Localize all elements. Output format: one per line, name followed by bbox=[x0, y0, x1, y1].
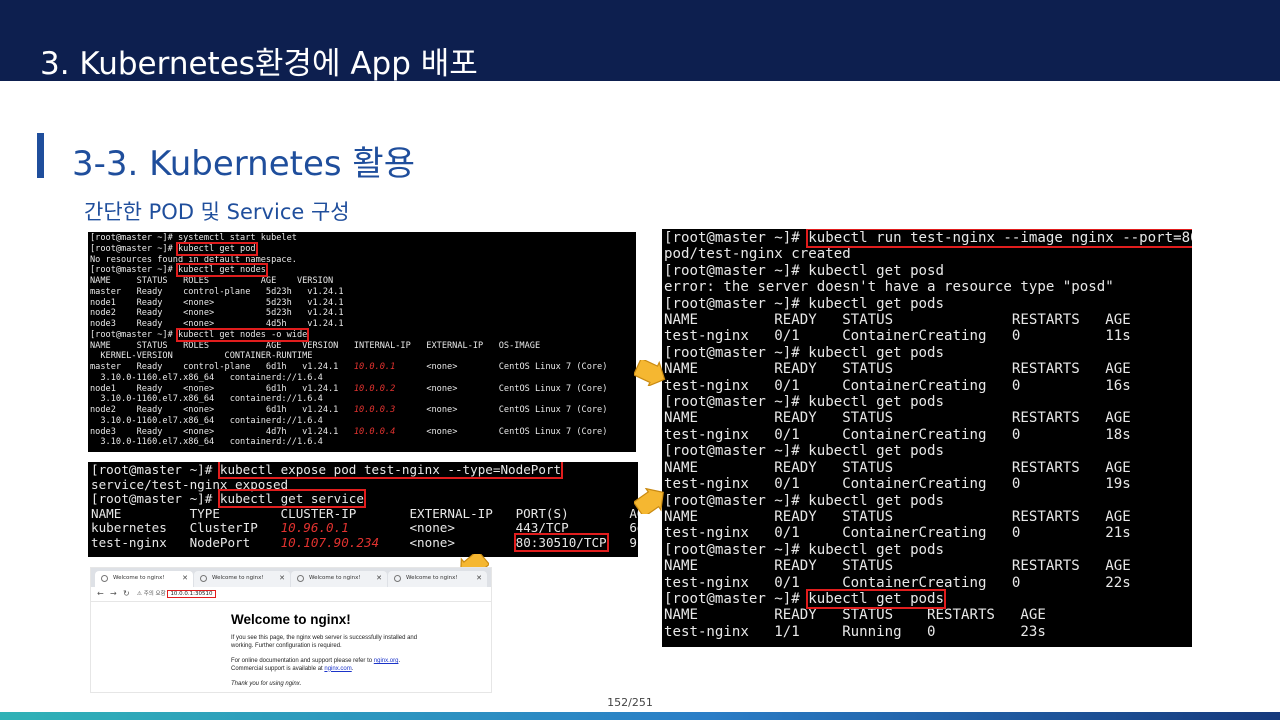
warning-icon: ⚠ bbox=[137, 591, 142, 597]
browser-tab[interactable]: Welcome to nginx! ✕ bbox=[388, 571, 487, 587]
terminal-line: No resources found in default namespace. bbox=[90, 254, 297, 265]
terminal-line: [root@master ~]# kubectl get posd bbox=[664, 262, 945, 279]
terminal-line: kubernetes ClusterIP 10.96.0.1 <none> 44… bbox=[91, 520, 638, 536]
terminal-line: NAME READY STATUS RESTARTS AGE bbox=[664, 607, 1046, 624]
terminal-line: NAME READY STATUS RESTARTS AGE bbox=[664, 508, 1131, 525]
terminal-line: node1 Ready <none> 5d23h v1.24.1 bbox=[90, 297, 344, 308]
terminal-line: service/test-nginx exposed bbox=[91, 476, 289, 492]
highlighted-command: kubectl get pods bbox=[806, 588, 947, 609]
terminal-line: node3 Ready <none> 4d7h v1.24.1 10.0.0.4… bbox=[90, 426, 608, 437]
terminal-line: NAME TYPE CLUSTER-IP EXTERNAL-IP PORT(S)… bbox=[91, 505, 638, 521]
page-paragraph: For online documentation and support ple… bbox=[231, 658, 401, 672]
browser-toolbar: ← → ↻ ⚠ 주의 요함 10.0.0.1:30510 bbox=[91, 587, 491, 602]
security-label: 주의 요함 bbox=[143, 591, 166, 597]
globe-icon bbox=[101, 575, 108, 582]
terminal-line: test-nginx 0/1 ContainerCreating 0 22s bbox=[664, 574, 1131, 591]
terminal-line: [root@master ~]# kubectl get pods bbox=[664, 344, 945, 361]
globe-icon bbox=[394, 575, 401, 582]
terminal-line: [root@master ~]# kubectl get pods bbox=[664, 541, 945, 558]
browser-tab[interactable]: Welcome to nginx! ✕ bbox=[95, 571, 193, 587]
terminal-line-highlighted: [root@master ~]# kubectl run test-nginx … bbox=[664, 229, 1192, 248]
terminal-line: 3.10.0-1160.el7.x86_64 containerd://1.6.… bbox=[90, 415, 323, 426]
terminal-line: test-nginx 0/1 ContainerCreating 0 18s bbox=[664, 426, 1131, 443]
nginx-com-link[interactable]: nginx.com bbox=[324, 666, 351, 672]
page-thanks: Thank you for using nginx. bbox=[231, 681, 302, 687]
page-heading: Welcome to nginx! bbox=[231, 612, 351, 627]
terminal-line-highlighted: [root@master ~]# kubectl get service bbox=[91, 489, 366, 509]
terminal-line-highlighted: [root@master ~]# kubectl expose pod test… bbox=[91, 462, 564, 479]
terminal-run-pod: [root@master ~]# kubectl run test-nginx … bbox=[662, 229, 1192, 647]
terminal-line: [root@master ~]# kubectl get pods bbox=[664, 394, 945, 411]
terminal-line: node2 Ready <none> 5d23h v1.24.1 bbox=[90, 308, 344, 319]
close-icon[interactable]: ✕ bbox=[182, 574, 188, 582]
terminal-line: test-nginx 0/1 ContainerCreating 0 11s bbox=[664, 328, 1131, 345]
arrow-icon bbox=[634, 488, 664, 514]
terminal-line: KERNEL-VERSION CONTAINER-RUNTIME bbox=[90, 351, 313, 362]
browser-window: Welcome to nginx! ✕ Welcome to nginx! ✕ … bbox=[90, 567, 492, 693]
terminal-line: pod/test-nginx created bbox=[664, 246, 851, 263]
terminal-line: node1 Ready <none> 6d1h v1.24.1 10.0.0.2… bbox=[90, 383, 608, 394]
terminal-line: NAME READY STATUS RESTARTS AGE bbox=[664, 361, 1131, 378]
highlighted-command: kubectl get service bbox=[217, 489, 366, 509]
terminal-line-highlighted: [root@master ~]# kubectl get pod bbox=[90, 241, 258, 256]
browser-tab[interactable]: Welcome to nginx! ✕ bbox=[194, 571, 290, 587]
browser-tab[interactable]: Welcome to nginx! ✕ bbox=[291, 571, 387, 587]
highlighted-command: kubectl get nodes -o wide bbox=[175, 327, 310, 342]
terminal-line: error: the server doesn't have a resourc… bbox=[664, 279, 1114, 296]
page-paragraph: If you see this page, the nginx web serv… bbox=[231, 635, 418, 649]
arrow-icon bbox=[634, 360, 666, 386]
section-subtitle: 간단한 POD 및 Service 구성 bbox=[84, 200, 350, 224]
terminal-line: node3 Ready <none> 4d5h v1.24.1 bbox=[90, 319, 344, 329]
forward-arrow-icon[interactable]: → bbox=[110, 589, 117, 598]
terminal-line: master Ready control-plane 6d1h v1.24.1 … bbox=[90, 362, 608, 372]
close-icon[interactable]: ✕ bbox=[476, 574, 482, 582]
footer-gradient-bar bbox=[0, 712, 1280, 720]
terminal-expose-service: [root@master ~]# kubectl expose pod test… bbox=[88, 462, 638, 557]
slide-header: 3. Kubernetes환경에 App 배포 bbox=[0, 0, 1280, 82]
terminal-kubelet-nodes: [root@master ~]# systemctl start kubelet… bbox=[88, 232, 636, 452]
slide-title: 3. Kubernetes환경에 App 배포 bbox=[40, 46, 478, 82]
terminal-line: test-nginx 0/1 ContainerCreating 0 19s bbox=[664, 476, 1131, 493]
terminal-line: test-nginx NodePort 10.107.90.234 <none>… bbox=[91, 532, 638, 552]
section-accent-bar bbox=[37, 133, 44, 178]
address-bar[interactable]: ⚠ 주의 요함 10.0.0.1:30510 bbox=[137, 589, 216, 598]
terminal-line-highlighted: [root@master ~]# kubectl get nodes bbox=[90, 263, 268, 278]
terminal-line: 3.10.0-1160.el7.x86_64 containerd://1.6.… bbox=[90, 437, 323, 448]
terminal-line: test-nginx 0/1 ContainerCreating 0 21s bbox=[664, 525, 1131, 542]
terminal-line: NAME READY STATUS RESTARTS AGE bbox=[664, 558, 1131, 575]
highlighted-command: kubectl expose pod test-nginx --type=Nod… bbox=[217, 462, 564, 479]
terminal-line: NAME READY STATUS RESTARTS AGE bbox=[664, 312, 1131, 329]
terminal-line: [root@master ~]# kubectl get pods bbox=[664, 443, 945, 460]
close-icon[interactable]: ✕ bbox=[376, 574, 382, 582]
globe-icon bbox=[200, 575, 207, 582]
close-icon[interactable]: ✕ bbox=[279, 574, 285, 582]
terminal-line: master Ready control-plane 5d23h v1.24.1 bbox=[90, 286, 344, 297]
terminal-line: 3.10.0-1160.el7.x86_64 containerd://1.6.… bbox=[90, 394, 323, 405]
terminal-line: [root@master ~]# systemctl start kubelet bbox=[90, 233, 297, 243]
highlighted-command: kubectl run test-nginx --image nginx --p… bbox=[806, 229, 1192, 248]
back-arrow-icon[interactable]: ← bbox=[97, 589, 104, 598]
terminal-line-highlighted: [root@master ~]# kubectl get nodes -o wi… bbox=[90, 327, 310, 342]
browser-tab-strip: Welcome to nginx! ✕ Welcome to nginx! ✕ … bbox=[91, 568, 491, 587]
terminal-line: NAME READY STATUS RESTARTS AGE bbox=[664, 459, 1131, 476]
terminal-line: [root@master ~]# kubectl get pods bbox=[664, 295, 945, 312]
page-number: 152/251 bbox=[607, 696, 653, 709]
terminal-line: 3.10.0-1160.el7.x86_64 containerd://1.6.… bbox=[90, 372, 323, 383]
highlighted-port: 80:30510/TCP bbox=[513, 532, 609, 552]
highlighted-command: kubectl get pod bbox=[175, 241, 258, 256]
terminal-line: NAME STATUS ROLES AGE VERSION INTERNAL-I… bbox=[90, 340, 541, 351]
terminal-line: NAME READY STATUS RESTARTS AGE bbox=[664, 410, 1131, 427]
globe-icon bbox=[297, 575, 304, 582]
reload-icon[interactable]: ↻ bbox=[123, 589, 130, 598]
terminal-line-highlighted: [root@master ~]# kubectl get pods bbox=[664, 588, 947, 609]
section-title: 3-3. Kubernetes 활용 bbox=[72, 144, 415, 184]
terminal-line: test-nginx 1/1 Running 0 23s bbox=[664, 623, 1046, 640]
url-text[interactable]: 10.0.0.1:30510 bbox=[167, 590, 216, 598]
highlighted-command: kubectl get nodes bbox=[175, 263, 268, 278]
terminal-line: test-nginx 0/1 ContainerCreating 0 16s bbox=[664, 377, 1131, 394]
nginx-org-link[interactable]: nginx.org bbox=[374, 658, 399, 664]
terminal-line: node2 Ready <none> 6d1h v1.24.1 10.0.0.3… bbox=[90, 405, 608, 415]
terminal-line: [root@master ~]# kubectl get pods bbox=[664, 492, 945, 509]
terminal-line: NAME STATUS ROLES AGE VERSION bbox=[90, 276, 334, 286]
